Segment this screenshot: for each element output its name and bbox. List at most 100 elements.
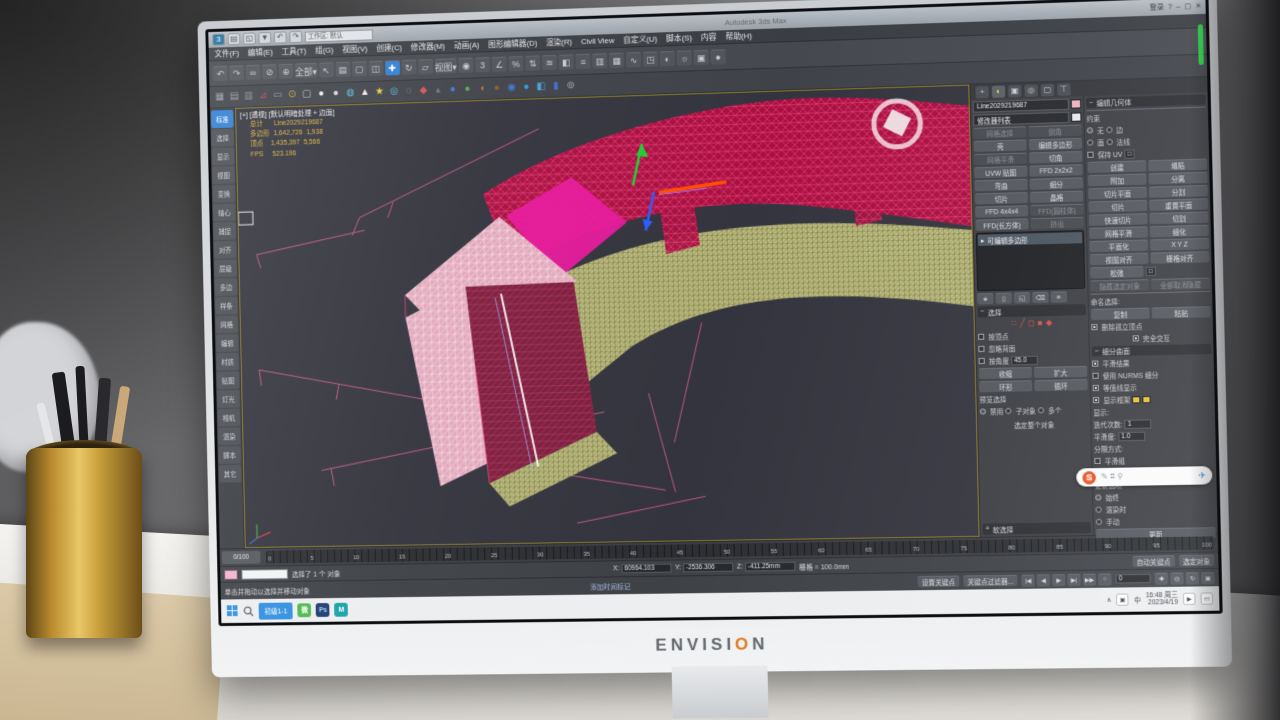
- cage-selected-color-swatch[interactable]: [1142, 395, 1152, 403]
- side-ribbon-item[interactable]: 变换: [212, 184, 236, 203]
- menu-item[interactable]: 自定义(U): [623, 34, 657, 46]
- cage-color-swatch[interactable]: [1132, 395, 1141, 403]
- tray-app-icon[interactable]: ▣: [1116, 593, 1130, 606]
- constraint-face-radio[interactable]: [1087, 139, 1094, 146]
- align-icon[interactable]: ≡: [575, 53, 591, 70]
- edit-geometry-button[interactable]: 网格平滑: [1089, 226, 1148, 239]
- modeling-shelf-icon[interactable]: ▤: [228, 90, 241, 103]
- playback-button[interactable]: ▶▶: [1082, 573, 1097, 586]
- hide-selected-button[interactable]: 隐藏选定对象: [1090, 279, 1150, 292]
- command-panel-tab[interactable]: ◎: [1024, 83, 1038, 97]
- side-ribbon-item[interactable]: 视图: [212, 165, 235, 185]
- unlink-icon[interactable]: ⊘: [262, 64, 277, 80]
- modeling-shelf-icon[interactable]: ▭: [271, 89, 284, 102]
- subobject-icon[interactable]: ╱: [1020, 319, 1025, 328]
- command-panel-tab[interactable]: ▣: [1008, 84, 1022, 97]
- command-panel-tab[interactable]: ⊤: [1057, 82, 1071, 96]
- menu-item[interactable]: 图形编辑器(D): [488, 38, 537, 51]
- auto-key-button[interactable]: 自动关键点: [1132, 555, 1175, 568]
- modeling-shelf-icon[interactable]: ⊿: [257, 89, 270, 102]
- modeling-shelf-icon[interactable]: ★: [373, 85, 386, 98]
- modeling-shelf-icon[interactable]: ●: [315, 87, 328, 100]
- menu-item[interactable]: Civil View: [581, 36, 615, 46]
- x-coordinate-field[interactable]: 60964.103: [621, 563, 672, 574]
- curve-editor-icon[interactable]: ∿: [625, 52, 642, 68]
- photoshop-icon[interactable]: Ps: [316, 603, 330, 617]
- modeling-shelf-icon[interactable]: ◧: [535, 80, 548, 93]
- viewport-nav-button[interactable]: ✚: [1154, 572, 1169, 585]
- link-icon[interactable]: ∞: [245, 64, 261, 80]
- smoothness-field[interactable]: 1.0: [1118, 431, 1145, 441]
- command-panel-tab[interactable]: +: [975, 85, 989, 98]
- side-ribbon-item[interactable]: 贴图: [216, 371, 240, 390]
- modifier-button[interactable]: 挤出: [1030, 216, 1084, 230]
- workspace-selector[interactable]: 工作区: 默认: [304, 28, 373, 43]
- object-color-swatch[interactable]: [1070, 99, 1082, 109]
- bind-spacewarp-icon[interactable]: ⊕: [278, 63, 294, 79]
- viewport-nav-button[interactable]: ◎: [1170, 571, 1184, 585]
- full-interactivity-checkbox[interactable]: [1132, 335, 1139, 342]
- stack-tool-icon[interactable]: ∗: [977, 293, 994, 305]
- minimize-button[interactable]: –: [1176, 3, 1180, 10]
- modifier-button[interactable]: 弯曲: [974, 178, 1028, 192]
- modifier-list-dropdown[interactable]: 修改器列表: [973, 111, 1070, 126]
- dropdown-arrow-icon[interactable]: [1071, 112, 1082, 122]
- menu-item[interactable]: 脚本(S): [666, 32, 692, 44]
- selection-filter-dropdown[interactable]: 全部▾: [294, 62, 318, 79]
- menu-item[interactable]: 创建(C): [376, 42, 402, 54]
- select-move-icon[interactable]: ✚: [384, 60, 400, 76]
- object-name-field[interactable]: Line2029219687: [972, 98, 1069, 113]
- modeling-shelf-icon[interactable]: ◉: [505, 81, 518, 94]
- modeling-shelf-icon[interactable]: ◍: [344, 86, 357, 99]
- modifier-button[interactable]: 网格选择: [973, 126, 1027, 139]
- command-panel-tab[interactable]: ▢: [1040, 83, 1055, 96]
- edit-geometry-button[interactable]: 平面化: [1089, 239, 1149, 253]
- modeling-shelf-icon[interactable]: ▴: [432, 83, 445, 96]
- time-slider-handle[interactable]: 0/100: [221, 550, 261, 565]
- rotate-icon[interactable]: ↻: [401, 59, 417, 75]
- side-ribbon-item[interactable]: 层级: [214, 259, 237, 278]
- set-key-button[interactable]: 设置关键点: [917, 575, 960, 588]
- 3dsmax-app-icon[interactable]: M: [334, 602, 349, 617]
- side-ribbon-item[interactable]: 脚本: [218, 445, 241, 464]
- modeling-shelf-icon[interactable]: ◆: [417, 84, 430, 97]
- side-ribbon-item[interactable]: 灯光: [217, 389, 240, 409]
- start-button[interactable]: [226, 605, 239, 617]
- modifier-button[interactable]: 切角: [1028, 150, 1083, 164]
- playback-button[interactable]: ▶: [1051, 573, 1066, 586]
- iterations-field[interactable]: 1: [1124, 418, 1152, 429]
- modifier-button[interactable]: FFD(长方体): [975, 218, 1029, 231]
- modifier-stack[interactable]: ▸ 可编辑多边形: [975, 229, 1086, 292]
- modifier-button[interactable]: FFD(圆柱体): [1030, 203, 1084, 217]
- save-file-icon[interactable]: ▼: [258, 31, 272, 45]
- delete-isolated-checkbox[interactable]: [1091, 323, 1098, 331]
- relax-settings-icon[interactable]: □: [1145, 266, 1157, 277]
- side-ribbon-item[interactable]: 材质: [216, 352, 239, 371]
- tray-chevron-icon[interactable]: ∧: [1106, 596, 1111, 604]
- percent-snap-icon[interactable]: %: [508, 55, 524, 72]
- modeling-shelf-icon[interactable]: ●: [461, 82, 474, 95]
- modifier-button[interactable]: FFD 2x2x2: [1029, 164, 1083, 177]
- soft-selection-rollout-header[interactable]: + 软选择: [982, 521, 1091, 535]
- rect-region-icon[interactable]: ▢: [351, 61, 367, 77]
- use-pivot-icon[interactable]: ◉: [458, 57, 474, 74]
- spinner-snap-icon[interactable]: ⇅: [525, 55, 541, 71]
- use-nurms-checkbox[interactable]: [1092, 372, 1099, 379]
- grow-button[interactable]: 扩大: [1033, 365, 1088, 379]
- key-filters-button[interactable]: 关键点过滤器...: [963, 574, 1018, 587]
- z-coordinate-field[interactable]: -411.25mm: [744, 561, 796, 572]
- side-ribbon-item[interactable]: 标准: [210, 109, 234, 129]
- subobject-icon[interactable]: ∷: [1012, 319, 1017, 328]
- schematic-view-icon[interactable]: ◳: [642, 51, 659, 67]
- undo-icon[interactable]: ↶: [212, 65, 228, 82]
- edit-geometry-button[interactable]: 切片: [1088, 199, 1148, 213]
- wechat-icon[interactable]: 微: [297, 603, 312, 618]
- ime-indicator[interactable]: 中: [1134, 594, 1141, 604]
- playback-button[interactable]: ○: [1098, 572, 1112, 586]
- side-ribbon-item[interactable]: 渲染: [218, 427, 241, 446]
- subobject-icon[interactable]: ◻: [1028, 318, 1035, 327]
- edit-geometry-button[interactable]: 附加: [1087, 173, 1147, 187]
- stack-entry-label[interactable]: 可编辑多边形: [987, 234, 1028, 245]
- copy-button[interactable]: 复制: [1090, 307, 1150, 321]
- side-ribbon-item[interactable]: 多边: [214, 277, 238, 297]
